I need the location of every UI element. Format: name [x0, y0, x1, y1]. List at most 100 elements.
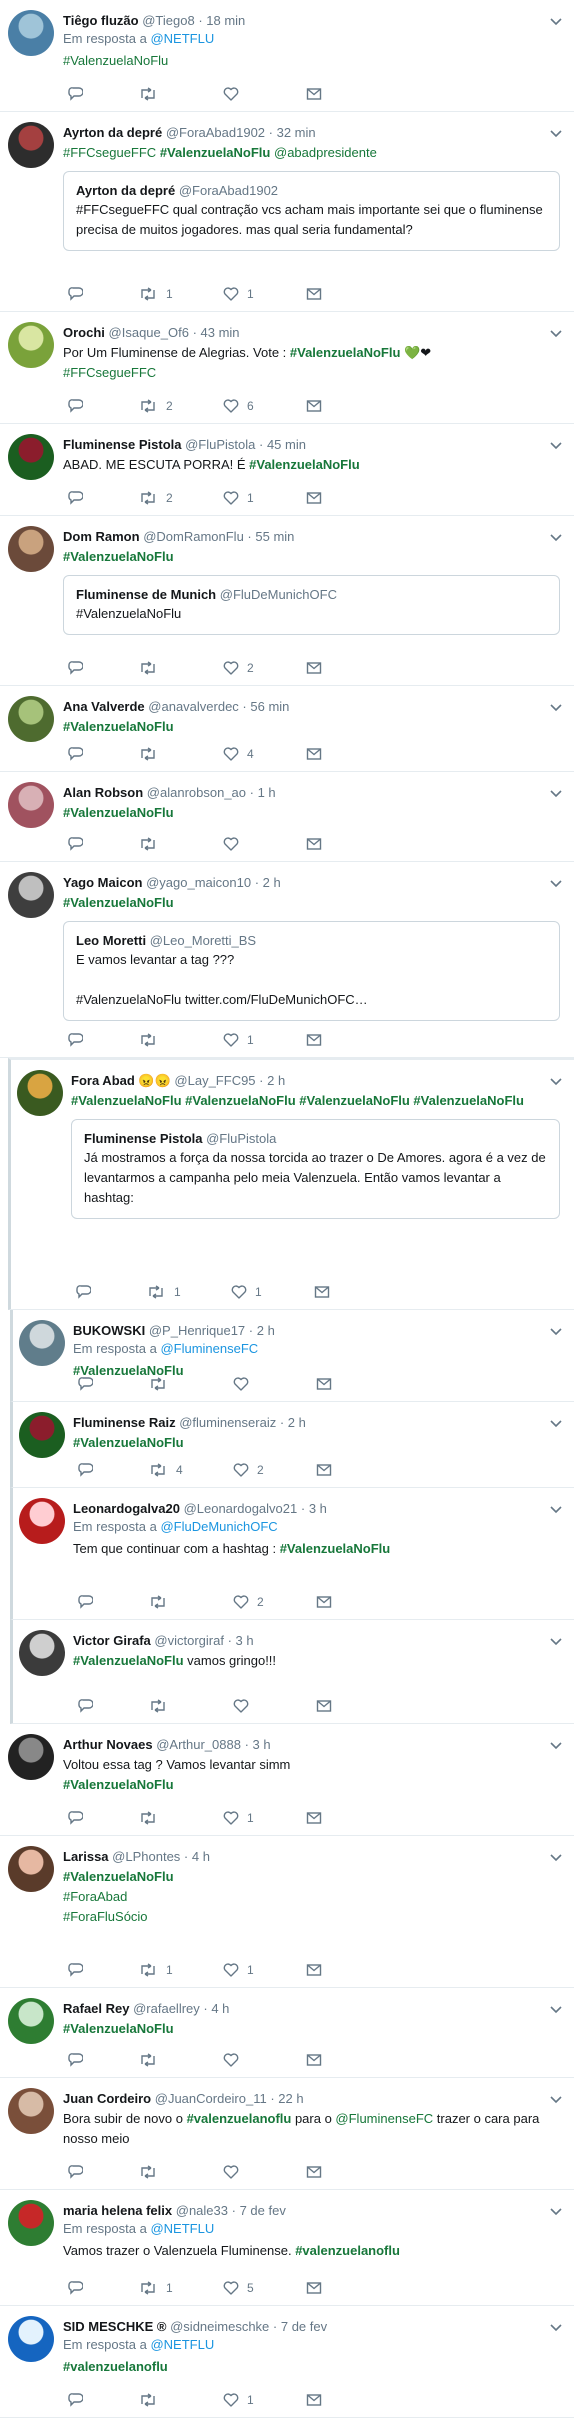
- user-handle[interactable]: @anavalverdec: [148, 699, 239, 714]
- avatar[interactable]: [8, 526, 54, 572]
- hashtag-link[interactable]: #ValenzuelaNoFlu #ValenzuelaNoFlu #Valen…: [71, 1093, 524, 1108]
- tweet[interactable]: Ayrton da depré @ForaAbad1902 · 32 min #F…: [0, 112, 574, 312]
- user-handle[interactable]: @rafaellrey: [133, 2001, 200, 2016]
- like-button[interactable]: 5: [223, 2279, 254, 2297]
- retweet-button[interactable]: [138, 1031, 166, 1049]
- direct-message-button[interactable]: [306, 397, 322, 415]
- reply-button[interactable]: [77, 1461, 93, 1479]
- hashtag-link[interactable]: #ValenzuelaNoFlu: [63, 53, 168, 68]
- reply-button[interactable]: [67, 1961, 83, 1979]
- hashtag-link[interactable]: #ValenzuelaNoFlu: [63, 719, 174, 734]
- like-button[interactable]: [233, 1375, 257, 1393]
- display-name[interactable]: Fluminense Raiz: [73, 1415, 176, 1430]
- quoted-tweet[interactable]: Fluminense de Munich @FluDeMunichOFC #Val…: [63, 575, 560, 635]
- display-name[interactable]: Larissa: [63, 1849, 109, 1864]
- timestamp[interactable]: 7 de fev: [281, 2319, 327, 2334]
- display-name[interactable]: Ayrton da depré: [63, 125, 162, 140]
- reply-to-link[interactable]: @NETFLU: [150, 2337, 214, 2352]
- timestamp[interactable]: 43 min: [201, 325, 240, 340]
- like-button[interactable]: 1: [223, 489, 254, 507]
- user-handle[interactable]: @fluminenseraiz: [179, 1415, 276, 1430]
- display-name[interactable]: Victor Girafa: [73, 1633, 151, 1648]
- display-name[interactable]: BUKOWSKI: [73, 1323, 145, 1338]
- retweet-button[interactable]: 1: [146, 1283, 181, 1301]
- timestamp[interactable]: 2 h: [288, 1415, 306, 1430]
- user-handle[interactable]: @victorgiraf: [154, 1633, 224, 1648]
- timestamp[interactable]: 3 h: [253, 1737, 271, 1752]
- user-handle[interactable]: @Isaque_Of6: [109, 325, 189, 340]
- hashtag-link[interactable]: #ValenzuelaNoFlu: [290, 345, 401, 360]
- hashtag-link[interactable]: #ValenzuelaNoFlu: [63, 2021, 174, 2036]
- timestamp[interactable]: 32 min: [277, 125, 316, 140]
- retweet-button[interactable]: [138, 2391, 166, 2409]
- display-name[interactable]: Tiêgo fluzão: [63, 13, 139, 28]
- reply-to-link[interactable]: @NETFLU: [150, 31, 214, 46]
- timestamp[interactable]: 2 h: [263, 875, 281, 890]
- tweet[interactable]: Larissa @LPhontes · 4 h #ValenzuelaNoFlu #…: [0, 1836, 574, 1988]
- hashtag-link[interactable]: #ValenzuelaNoFlu: [280, 1541, 391, 1556]
- reply-button[interactable]: [67, 2279, 83, 2297]
- user-handle[interactable]: @Arthur_0888: [156, 1737, 241, 1752]
- display-name[interactable]: maria helena felix: [63, 2203, 172, 2218]
- timestamp[interactable]: 2 h: [257, 1323, 275, 1338]
- retweet-button[interactable]: [138, 745, 166, 763]
- direct-message-button[interactable]: [306, 2391, 322, 2409]
- display-name[interactable]: Ana Valverde: [63, 699, 145, 714]
- direct-message-button[interactable]: [306, 835, 322, 853]
- direct-message-button[interactable]: [306, 1809, 322, 1827]
- hashtag-link[interactable]: #ForaFluSócio: [63, 1909, 148, 1924]
- avatar[interactable]: [8, 782, 54, 828]
- timestamp[interactable]: 22 h: [278, 2091, 303, 2106]
- retweet-button[interactable]: [148, 1697, 176, 1715]
- reply-button[interactable]: [75, 1283, 91, 1301]
- reply-to-link[interactable]: @FluminenseFC: [160, 1341, 258, 1356]
- tweet[interactable]: BUKOWSKI @P_Henrique17 · 2 h Em resposta …: [10, 1310, 574, 1402]
- retweet-button[interactable]: [138, 1809, 166, 1827]
- reply-to-link[interactable]: @NETFLU: [150, 2221, 214, 2236]
- hashtag-link[interactable]: #ValenzuelaNoFlu: [63, 1777, 174, 1792]
- hashtag-link[interactable]: #ValenzuelaNoFlu: [73, 1435, 184, 1450]
- timestamp[interactable]: 18 min: [206, 13, 245, 28]
- user-handle[interactable]: @P_Henrique17: [149, 1323, 245, 1338]
- user-handle[interactable]: @alanrobson_ao: [147, 785, 246, 800]
- display-name[interactable]: Yago Maicon: [63, 875, 142, 890]
- reply-button[interactable]: [67, 2051, 83, 2069]
- timestamp[interactable]: 3 h: [236, 1633, 254, 1648]
- tweet[interactable]: Leonardogalva20 @Leonardogalvo21 · 3 h Em…: [10, 1488, 574, 1620]
- retweet-button[interactable]: [138, 2051, 166, 2069]
- avatar[interactable]: [8, 122, 54, 168]
- user-handle[interactable]: @JuanCordeiro_11: [155, 2091, 267, 2106]
- retweet-button[interactable]: [138, 835, 166, 853]
- like-button[interactable]: 6: [223, 397, 254, 415]
- like-button[interactable]: 1: [223, 1809, 254, 1827]
- like-button[interactable]: 1: [223, 2391, 254, 2409]
- tweet[interactable]: Fluminense Pistola @FluPistola · 45 min A…: [0, 424, 574, 516]
- hashtag-link[interactable]: #ValenzuelaNoFlu: [63, 549, 174, 564]
- display-name[interactable]: Fora Abad 😠😠: [71, 1073, 171, 1088]
- direct-message-button[interactable]: [306, 2051, 322, 2069]
- retweet-button[interactable]: 2: [138, 397, 173, 415]
- user-handle[interactable]: @LPhontes: [112, 1849, 180, 1864]
- tweet[interactable]: Victor Girafa @victorgiraf · 3 h #Valenzu…: [10, 1620, 574, 1724]
- user-handle[interactable]: @nale33: [176, 2203, 228, 2218]
- retweet-button[interactable]: [148, 1593, 176, 1611]
- timestamp[interactable]: 4 h: [211, 2001, 229, 2016]
- avatar[interactable]: [8, 2088, 54, 2134]
- direct-message-button[interactable]: [306, 2163, 322, 2181]
- like-button[interactable]: 1: [223, 1961, 254, 1979]
- like-button[interactable]: [223, 2163, 247, 2181]
- tweet[interactable]: SID MESCHKE ® @sidneimeschke · 7 de fev E…: [0, 2306, 574, 2418]
- display-name[interactable]: Rafael Rey: [63, 2001, 129, 2016]
- display-name[interactable]: Leonardogalva20: [73, 1501, 180, 1516]
- timestamp[interactable]: 45 min: [267, 437, 306, 452]
- reply-button[interactable]: [67, 285, 83, 303]
- user-handle[interactable]: @FluPistola: [185, 437, 255, 452]
- avatar[interactable]: [8, 1734, 54, 1780]
- hashtag-link[interactable]: #FFCsegueFFC: [63, 365, 156, 380]
- tweet[interactable]: Tiêgo fluzão @Tiego8 · 18 min Em resposta…: [0, 0, 574, 112]
- tweet[interactable]: Yago Maicon @yago_maicon10 · 2 h #Valenzu…: [0, 862, 574, 1058]
- tweet[interactable]: Fluminense Raiz @fluminenseraiz · 2 h #Va…: [10, 1402, 574, 1488]
- avatar[interactable]: [8, 2316, 54, 2362]
- direct-message-button[interactable]: [316, 1697, 332, 1715]
- avatar[interactable]: [8, 322, 54, 368]
